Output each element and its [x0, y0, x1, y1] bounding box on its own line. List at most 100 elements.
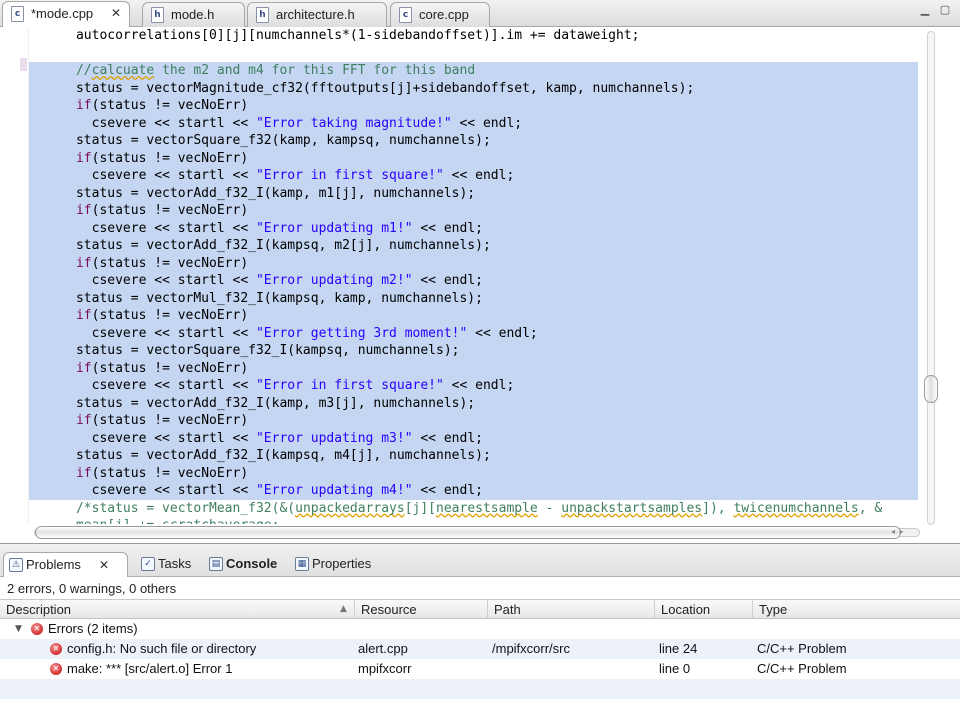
code-token: (status != vecNoErr): [91, 465, 249, 481]
scrollbar-thumb[interactable]: [35, 526, 901, 539]
code-token: if: [75, 308, 92, 323]
code-line[interactable]: status = vectorSquare_f32_I(kampsq, numc…: [29, 342, 918, 360]
editor-tab-bar: c *mode.cpp ✕ h mode.h h architecture.h …: [0, 0, 960, 28]
tab-tasks[interactable]: ✓ Tasks: [136, 552, 200, 577]
tasks-icon: ✓: [141, 557, 155, 571]
tab-console[interactable]: ▤ Console: [204, 552, 286, 577]
code-line[interactable]: if(status != vecNoErr): [29, 254, 918, 272]
code-token: csevere << startl <<: [29, 273, 256, 288]
code-line[interactable]: if(status != vecNoErr): [29, 412, 918, 430]
column-header-location[interactable]: Location: [655, 600, 753, 619]
code-line[interactable]: status = vectorMul_f32_I(kampsq, kamp, n…: [29, 289, 918, 307]
column-header-description[interactable]: Description: [0, 600, 355, 619]
cell-location: line 0: [659, 661, 691, 676]
sort-ascending-icon[interactable]: ▲: [340, 600, 347, 619]
column-header-path[interactable]: Path: [488, 600, 655, 619]
code-token: csevere << startl <<: [29, 168, 256, 183]
code-line[interactable]: status = vectorSquare_f32(kamp, kampsq, …: [29, 132, 918, 150]
tab-architecture-h[interactable]: h architecture.h: [247, 2, 387, 27]
tab-label: mode.h: [171, 7, 215, 22]
code-line[interactable]: status = vectorAdd_f32_I(kampsq, m2[j], …: [29, 237, 918, 255]
code-token: status = vectorMagnitude_cf32(fftoutputs…: [29, 80, 695, 96]
code-line[interactable]: csevere << startl << "Error updating m1!…: [29, 219, 918, 237]
console-icon: ▤: [209, 557, 223, 571]
code-token: [j][: [404, 500, 437, 516]
table-row[interactable]: ✕ make: *** [src/alert.o] Error 1 mpifxc…: [0, 659, 960, 679]
code-line[interactable]: status = vectorAdd_f32_I(kamp, m1[j], nu…: [29, 184, 918, 202]
properties-icon: ▦: [295, 557, 309, 571]
expander-icon[interactable]: ▼: [15, 619, 22, 639]
vertical-scrollbar[interactable]: [923, 31, 939, 525]
table-header: Description ▲ Resource Path Location Typ…: [0, 599, 960, 619]
code-token: ]),: [702, 500, 734, 516]
code-line[interactable]: csevere << startl << "Error updating m4!…: [29, 482, 918, 500]
code-area[interactable]: autocorrelations[0][j][numchannels*(1-si…: [29, 27, 918, 524]
code-line[interactable]: csevere << startl << "Error taking magni…: [29, 114, 918, 132]
code-token: csevere << startl <<: [29, 220, 256, 236]
tab-problems[interactable]: ⚠ Problems ✕: [3, 552, 128, 577]
code-line[interactable]: mean[j] += scratchaverage;: [29, 517, 918, 524]
tab-mode-h[interactable]: h mode.h: [142, 2, 245, 27]
code-line[interactable]: if(status != vecNoErr): [29, 359, 918, 377]
cell-path: /mpifxcorr/src: [492, 641, 570, 656]
code-line[interactable]: csevere << startl << "Error in first squ…: [29, 377, 918, 395]
code-token: (status != vecNoErr): [91, 360, 249, 376]
maximize-icon[interactable]: ▢: [938, 4, 952, 18]
code-line[interactable]: csevere << startl << "Error updating m2!…: [29, 272, 918, 290]
tab-core-cpp[interactable]: c core.cpp: [390, 2, 490, 27]
code-line[interactable]: [29, 45, 918, 63]
code-line[interactable]: csevere << startl << "Error updating m3!…: [29, 429, 918, 447]
code-line[interactable]: status = vectorAdd_f32_I(kampsq, m4[j], …: [29, 447, 918, 465]
editor-gutter[interactable]: [0, 27, 29, 524]
code-line[interactable]: //calcuate the m2 and m4 for this FFT fo…: [29, 62, 918, 80]
tab-mode-cpp[interactable]: c *mode.cpp ✕: [2, 1, 130, 28]
table-row[interactable]: ✕ config.h: No such file or directory al…: [0, 639, 960, 659]
code-line[interactable]: csevere << startl << "Error in first squ…: [29, 167, 918, 185]
column-header-resource[interactable]: Resource: [355, 600, 488, 619]
tab-properties[interactable]: ▦ Properties: [290, 552, 380, 577]
code-token: ;: [272, 518, 280, 524]
minimize-icon[interactable]: ▁: [918, 4, 932, 18]
column-header-type[interactable]: Type: [753, 600, 960, 619]
cell-description: config.h: No such file or directory: [67, 641, 257, 656]
code-line[interactable]: if(status != vecNoErr): [29, 202, 918, 220]
code-token: csevere << startl <<: [29, 325, 256, 341]
code-line[interactable]: if(status != vecNoErr): [29, 97, 918, 115]
code-line[interactable]: if(status != vecNoErr): [29, 307, 918, 325]
problems-summary: 2 errors, 0 warnings, 0 others: [7, 581, 177, 596]
code-token: "Error updating m3!": [255, 430, 413, 446]
scrollbar-track[interactable]: [927, 31, 935, 525]
code-token: status = vectorMul_f32_I(kampsq, kamp, n…: [29, 290, 483, 306]
code-line[interactable]: status = vectorMagnitude_cf32(fftoutputs…: [29, 79, 918, 97]
code-line[interactable]: csevere << startl << "Error getting 3rd …: [29, 324, 918, 342]
horizontal-scrollbar[interactable]: [29, 525, 923, 540]
scroll-arrows[interactable]: ◂ ▸: [891, 527, 931, 539]
header-file-icon: h: [151, 7, 164, 23]
tree-group-row[interactable]: ▼ ✕ Errors (2 items): [0, 619, 960, 639]
tab-label: Properties: [312, 556, 372, 571]
error-icon: ✕: [50, 663, 62, 675]
tab-label: Problems: [26, 557, 81, 572]
code-line[interactable]: if(status != vecNoErr): [29, 464, 918, 482]
code-token: mean[j] +=: [29, 518, 162, 524]
code-token: unpackedarrays: [295, 500, 405, 516]
code-token: csevere << startl <<: [29, 378, 256, 393]
c-source-file-icon: c: [399, 7, 412, 23]
code-line[interactable]: /*status = vectorMean_f32(&(unpackedarra…: [29, 500, 918, 518]
close-icon[interactable]: ✕: [111, 2, 121, 25]
code-token: (status != vecNoErr): [91, 203, 249, 218]
code-token: "Error updating m2!": [255, 273, 413, 288]
code-editor[interactable]: autocorrelations[0][j][numchannels*(1-si…: [0, 27, 960, 543]
code-token: unpackstartsamples: [561, 500, 703, 516]
error-icon: ✕: [31, 623, 43, 635]
code-line[interactable]: if(status != vecNoErr): [29, 149, 918, 167]
code-token: nearestsample: [436, 500, 538, 516]
code-token: if: [75, 98, 92, 113]
code-line[interactable]: autocorrelations[0][j][numchannels*(1-si…: [29, 27, 918, 45]
close-icon[interactable]: ✕: [99, 553, 109, 577]
code-line[interactable]: status = vectorAdd_f32_I(kamp, m3[j], nu…: [29, 394, 918, 412]
code-token: if: [75, 255, 92, 271]
scrollbar-thumb[interactable]: [924, 375, 938, 403]
